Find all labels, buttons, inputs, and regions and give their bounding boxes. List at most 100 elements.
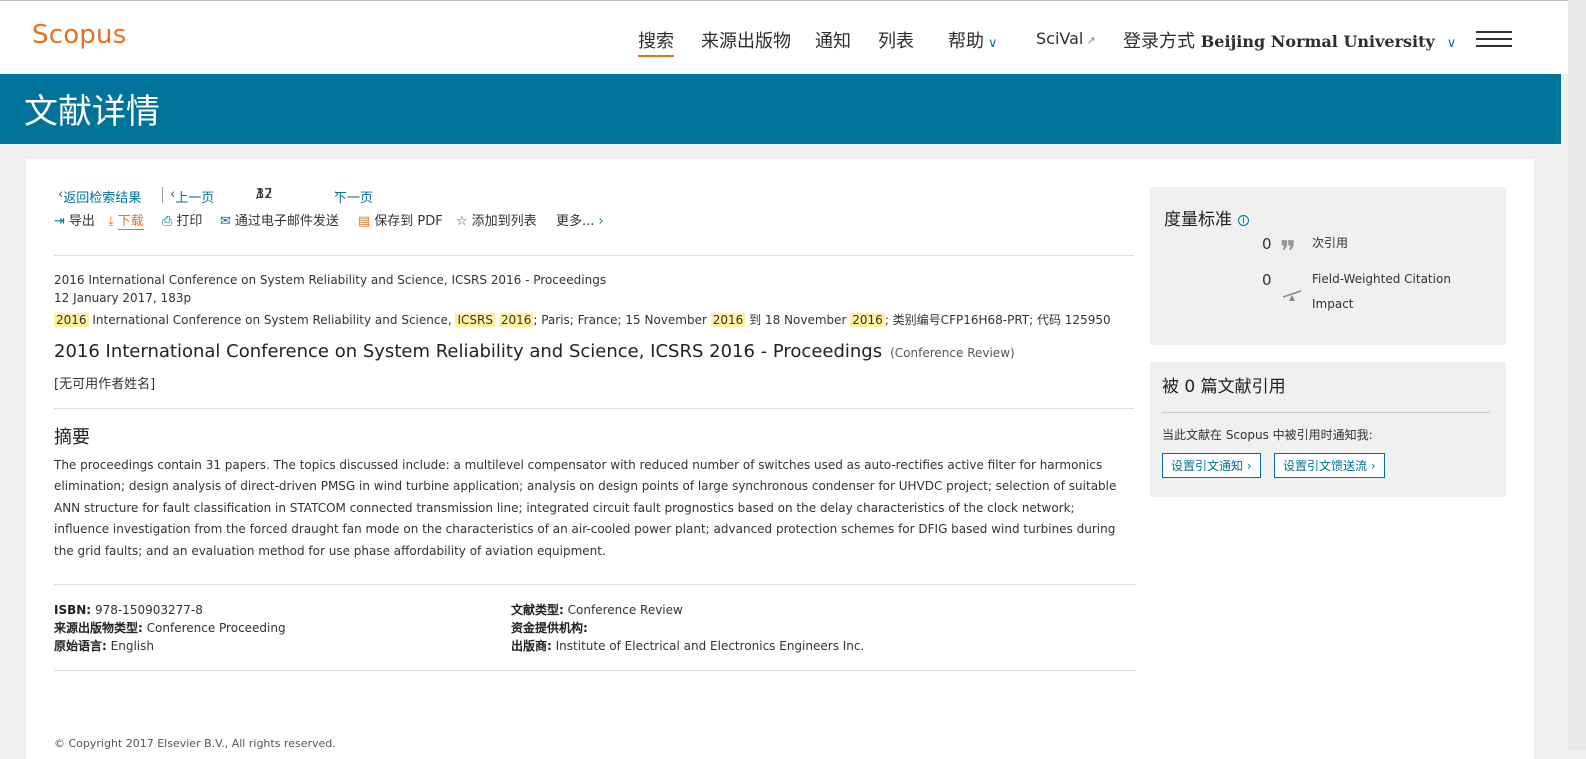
cited-by-heading: 被 0 篇文献引用: [1162, 377, 1286, 397]
download-label: 下载: [117, 214, 144, 230]
pdf-icon: ▤: [358, 214, 371, 229]
highlight: 2016: [498, 313, 534, 327]
add-to-list-button[interactable]: ☆ 添加到列表: [456, 210, 537, 229]
fwci-label[interactable]: Field-Weighted Citation Impact: [1312, 267, 1451, 317]
citation-count: 0: [1262, 235, 1272, 253]
nav-login-institution[interactable]: 登录方式 Beijing Normal University ∨: [1123, 27, 1456, 53]
metrics-panel: 度量标准 i 0 ❞ 次引用 0 Field-Weighted Citation I…: [1150, 187, 1506, 345]
set-citation-feed-button[interactable]: 设置引文馈送流 ›: [1274, 453, 1385, 478]
previous-label: 上一页: [175, 191, 215, 206]
login-label: 登录方式: [1123, 31, 1195, 52]
window-scrollbar[interactable]: [1568, 0, 1586, 750]
download-button[interactable]: ⤓ 下载: [108, 210, 144, 230]
envelope-icon: ✉: [220, 214, 231, 229]
next-label: 下一页: [334, 191, 374, 206]
document-type-row: 文献类型: Conference Review: [511, 601, 864, 619]
document-details-card: ‹ 返回检索结果 ‹ 上一页 17 / 32 下一页 › ⇥ 导出 ⤓ 下载 ⎙ 打印…: [26, 159, 1534, 759]
more-label: 更多...: [556, 214, 595, 229]
more-button[interactable]: 更多... ›: [556, 210, 604, 229]
add-list-label: 添加到列表: [471, 214, 537, 229]
publisher-row: 出版商: Institute of Electrical and Electro…: [511, 637, 864, 655]
metrics-heading: 度量标准 i: [1164, 205, 1249, 230]
chevron-down-icon: ∨: [1446, 36, 1457, 51]
isbn-row: ISBN: 978-150903277-8: [54, 601, 286, 619]
source-type-row: 来源出版物类型: Conference Proceeding: [54, 619, 286, 637]
funding-row: 资金提供机构:: [511, 619, 864, 637]
cited-by-panel: 被 0 篇文献引用 当此文献在 Scopus 中被引用时通知我: 设置引文通知 …: [1150, 362, 1506, 497]
nav-search[interactable]: 搜索: [638, 27, 674, 57]
page-total: 32: [256, 187, 273, 202]
publisher-value: Institute of Electrical and Electronics …: [555, 639, 865, 653]
chevron-right-icon: ›: [598, 214, 604, 229]
isbn-label: ISBN:: [54, 603, 92, 617]
back-label: 返回检索结果: [63, 191, 142, 206]
abstract-heading: 摘要: [54, 427, 90, 448]
export-button[interactable]: ⇥ 导出: [54, 210, 95, 229]
download-icon: ⤓: [108, 214, 114, 229]
conference-info: 2016 International Conference on System …: [54, 311, 1111, 328]
citation-feed-label: 设置引文馈送流: [1283, 459, 1368, 473]
print-button[interactable]: ⎙ 打印: [162, 210, 202, 229]
page-banner: 文献详情: [0, 74, 1561, 144]
document-type-value: Conference Review: [567, 603, 683, 617]
bibliographic-info-left: ISBN: 978-150903277-8 来源出版物类型: Conferenc…: [54, 601, 286, 655]
citation-label[interactable]: 次引用: [1312, 231, 1348, 256]
nav-alerts[interactable]: 通知: [815, 27, 851, 53]
publisher-label: 出版商:: [511, 639, 552, 653]
source-type-label: 来源出版物类型:: [54, 621, 143, 635]
language-label: 原始语言:: [54, 639, 107, 653]
email-label: 通过电子邮件发送: [234, 214, 339, 229]
info-icon[interactable]: i: [1238, 214, 1249, 226]
nav-help-label: 帮助: [948, 31, 984, 52]
nav-scival-label: SciVal: [1036, 29, 1084, 48]
scale-icon: [1282, 287, 1302, 301]
divider: [162, 187, 163, 203]
nav-help[interactable]: 帮助 ∨: [948, 27, 998, 53]
nav-sources[interactable]: 来源出版物: [701, 27, 791, 53]
divider: [54, 408, 1134, 409]
institution-name: Beijing Normal University: [1200, 32, 1435, 51]
scopus-logo[interactable]: Scopus: [32, 20, 126, 50]
bibliographic-info-right: 文献类型: Conference Review 资金提供机构: 出版商: Ins…: [511, 601, 864, 655]
document-type: (Conference Review): [890, 346, 1015, 360]
document-title-text: 2016 International Conference on System …: [54, 341, 883, 362]
divider: [54, 670, 1136, 671]
fwci-label-line2: Impact: [1312, 297, 1354, 311]
star-icon: ☆: [456, 214, 468, 229]
hamburger-menu-icon[interactable]: [1476, 31, 1512, 49]
conference-text: ; 类别编号CFP16H68-PRT; 代码 125950: [884, 313, 1111, 327]
citation-alert-label: 设置引文通知: [1171, 459, 1244, 473]
quote-icon: ❞: [1280, 235, 1297, 270]
language-value: English: [110, 639, 154, 653]
previous-link[interactable]: ‹ 上一页: [170, 187, 214, 206]
page-title: 文献详情: [24, 92, 160, 132]
divider: [54, 584, 1136, 585]
chevron-down-icon: ∨: [988, 36, 998, 51]
highlight: ICSRS: [455, 313, 495, 327]
nav-lists[interactable]: 列表: [878, 27, 914, 53]
metrics-heading-text: 度量标准: [1164, 210, 1232, 230]
source-type-value: Conference Proceeding: [146, 621, 286, 635]
email-button[interactable]: ✉ 通过电子邮件发送: [220, 210, 339, 229]
citation-alert-note: 当此文献在 Scopus 中被引用时通知我:: [1162, 428, 1373, 442]
printer-icon: ⎙: [162, 214, 173, 229]
next-link[interactable]: 下一页 ›: [334, 187, 373, 206]
fwci-label-line1: Field-Weighted Citation: [1312, 272, 1451, 286]
copyright-text: © Copyright 2017 Elsevier B.V., All righ…: [54, 737, 336, 750]
conference-text: ; Paris; France; 15 November: [533, 313, 707, 327]
document-title: 2016 International Conference on System …: [54, 341, 1015, 362]
nav-scival[interactable]: SciVal ↗: [1036, 29, 1096, 48]
source-title[interactable]: 2016 International Conference on System …: [54, 273, 606, 287]
fwci-value: 0: [1262, 271, 1272, 289]
external-link-icon: ↗: [1086, 34, 1096, 47]
back-to-results-link[interactable]: ‹ 返回检索结果: [58, 187, 141, 206]
export-icon: ⇥: [54, 214, 65, 229]
print-label: 打印: [176, 214, 203, 229]
highlight: 2016: [850, 313, 885, 327]
highlight: 2016: [710, 313, 746, 327]
save-pdf-button[interactable]: ▤ 保存到 PDF: [358, 210, 443, 229]
isbn-value: 978-150903277-8: [94, 603, 203, 617]
highlight: 2016: [54, 313, 89, 327]
set-citation-alert-button[interactable]: 设置引文通知 ›: [1162, 453, 1261, 478]
publication-date: 12 January 2017, 183p: [54, 291, 192, 305]
